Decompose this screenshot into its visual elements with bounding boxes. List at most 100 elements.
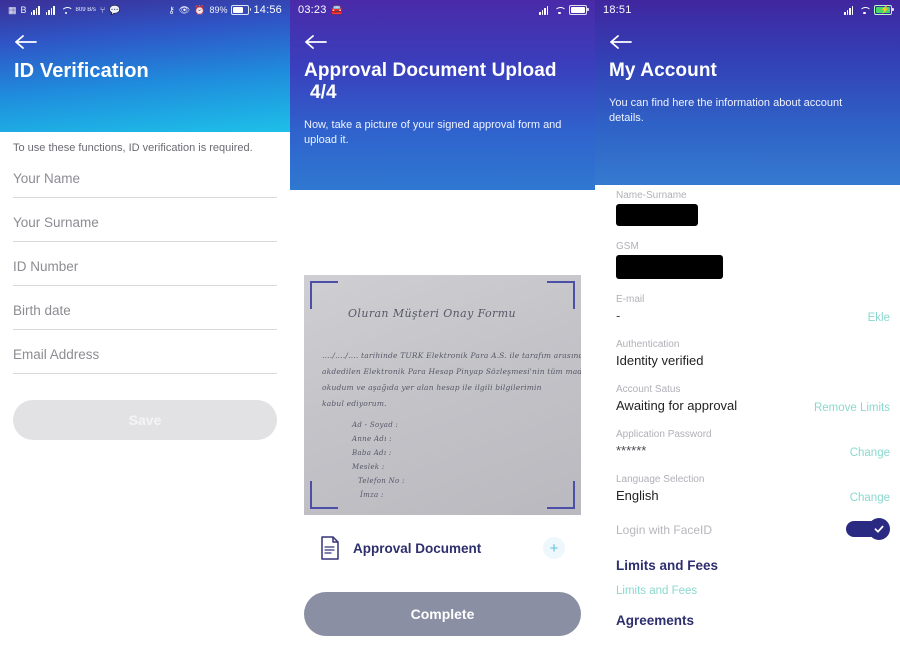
crop-corner-top-left-icon xyxy=(310,281,338,309)
handwriting-line-4: kabul ediyorum. xyxy=(322,399,387,408)
signal-bars-icon xyxy=(539,5,550,15)
form-hint: To use these functions, ID verification … xyxy=(13,142,253,154)
approval-document-row[interactable]: Approval Document + xyxy=(304,522,581,574)
bluetooth-icon: ⑂ xyxy=(99,4,106,15)
status-time: 03:23 xyxy=(298,4,327,16)
add-email-link[interactable]: Ekle xyxy=(868,312,890,324)
handwriting-title: Oluran Müşteri Onay Formu xyxy=(348,307,517,320)
section-title-limits-and-fees: Limits and Fees xyxy=(616,558,719,573)
account-row-gsm: GSM xyxy=(616,240,892,279)
redacted-value xyxy=(616,204,698,226)
handwriting-item-4: Meslek : xyxy=(352,463,385,471)
network-speed-label: 809 B/s xyxy=(75,7,96,13)
header-my-account: 18:51 ⚡ My Account You can find here the… xyxy=(595,0,900,185)
signal-bars-icon xyxy=(844,5,855,15)
sim-icon: ▦ xyxy=(8,4,17,15)
eye-icon: 👁 xyxy=(178,4,191,15)
account-row-login-with-faceid: Login with FaceID xyxy=(616,518,892,542)
car-icon: 🚘 xyxy=(330,4,343,16)
remove-limits-link[interactable]: Remove Limits xyxy=(814,402,890,414)
field-id-number[interactable]: ID Number xyxy=(13,259,277,286)
row-key: GSM xyxy=(616,241,639,252)
back-arrow-icon[interactable] xyxy=(304,34,330,50)
field-underline xyxy=(13,197,277,198)
screen-approval-document-upload: 03:23 🚘 Approval Document Upload 4/4 Now xyxy=(290,0,595,650)
battery-percent-label: 89% xyxy=(209,4,228,15)
page-title: ID Verification xyxy=(14,60,149,82)
header-approval-upload: 03:23 🚘 Approval Document Upload 4/4 Now xyxy=(290,0,595,190)
handwriting-line-2: akdedilen Elektronik Para Hesap Pinyap S… xyxy=(322,367,581,376)
page-title: My Account xyxy=(609,60,717,81)
field-birth-date[interactable]: Birth date xyxy=(13,303,277,330)
row-key: Language Selection xyxy=(616,474,705,485)
row-key: Account Satus xyxy=(616,384,681,395)
handwriting-line-3: okudum ve aşağıda yer alan hesap ile ilg… xyxy=(322,383,542,392)
toggle-knob-check-icon xyxy=(868,518,890,540)
field-underline xyxy=(13,329,277,330)
row-value: Identity verified xyxy=(616,353,704,368)
field-email-address[interactable]: Email Address xyxy=(13,347,277,374)
field-label-birth-date: Birth date xyxy=(13,303,71,318)
document-icon xyxy=(320,536,340,560)
account-row-email: E-mail - Ekle xyxy=(616,293,892,324)
status-time: 14:56 xyxy=(253,4,282,16)
screen-my-account: 18:51 ⚡ My Account You can find here the… xyxy=(595,0,900,650)
signal-bars-icon-2 xyxy=(45,5,57,15)
message-icon: 💬 xyxy=(109,4,121,15)
redacted-value xyxy=(616,255,723,279)
approval-form-photo[interactable]: Oluran Müşteri Onay Formu ..../..../....… xyxy=(304,275,581,515)
row-key: Authentication xyxy=(616,339,680,350)
page-title-text: Approval Document Upload xyxy=(304,60,557,81)
page-title: Approval Document Upload 4/4 xyxy=(304,60,581,104)
change-language-link[interactable]: Change xyxy=(850,492,890,504)
header-id-verification: ▦ B 809 B/s ⑂ 💬 ⚷ 👁 ⏰ 89% 14:56 ID Verif… xyxy=(0,0,290,132)
link-limits-and-fees[interactable]: Limits and Fees xyxy=(616,585,892,597)
back-arrow-icon[interactable] xyxy=(609,34,635,50)
handwriting-item-1: Ad - Soyad : xyxy=(352,421,399,429)
field-underline xyxy=(13,285,277,286)
battery-icon xyxy=(569,5,589,15)
page-subtitle: You can find here the information about … xyxy=(609,97,843,124)
crop-corner-top-right-icon xyxy=(547,281,575,309)
battery-icon xyxy=(231,5,252,15)
handwriting-item-6: İmza : xyxy=(360,491,384,499)
account-details-sheet: Name-Surname GSM E-mail - Ekle Authentic… xyxy=(602,175,900,650)
add-document-button[interactable]: + xyxy=(543,537,565,559)
battery-charging-icon: ⚡ xyxy=(874,5,894,15)
row-value: - xyxy=(616,308,621,323)
field-underline xyxy=(13,373,277,374)
change-password-link[interactable]: Change xyxy=(850,447,890,459)
handwriting-item-3: Baba Adı : xyxy=(352,449,392,457)
wifi-icon xyxy=(61,6,72,15)
crop-corner-bottom-left-icon xyxy=(310,481,338,509)
status-bar: ▦ B 809 B/s ⑂ 💬 ⚷ 👁 ⏰ 89% 14:56 xyxy=(0,0,290,20)
field-label-email-address: Email Address xyxy=(13,347,100,362)
account-row-name-surname: Name-Surname xyxy=(616,189,892,226)
id-verification-form: To use these functions, ID verification … xyxy=(0,132,290,650)
signal-bars-icon xyxy=(30,5,42,15)
vpn-key-icon: ⚷ xyxy=(168,4,175,15)
handwriting-item-5: Telefon No : xyxy=(358,477,405,485)
field-underline xyxy=(13,241,277,242)
screen-id-verification: ▦ B 809 B/s ⑂ 💬 ⚷ 👁 ⏰ 89% 14:56 ID Verif… xyxy=(0,0,290,650)
save-button[interactable]: Save xyxy=(13,400,277,440)
status-bar: 03:23 🚘 xyxy=(290,0,595,20)
section-title-agreements: Agreements xyxy=(616,613,695,628)
row-key: E-mail xyxy=(616,294,645,305)
faceid-toggle[interactable] xyxy=(846,518,890,540)
account-row-application-password: Application Password ****** Change xyxy=(616,428,892,459)
handwriting-line-1: ..../..../.... tarihinde TURK Elektronik… xyxy=(322,351,581,360)
field-label-your-name: Your Name xyxy=(13,171,81,186)
status-bar: 18:51 ⚡ xyxy=(595,0,900,20)
wifi-icon xyxy=(859,6,870,15)
alarm-icon: ⏰ xyxy=(194,4,206,15)
field-your-name[interactable]: Your Name xyxy=(13,171,277,198)
complete-button[interactable]: Complete xyxy=(304,592,581,636)
page-subtitle: Now, take a picture of your signed appro… xyxy=(304,119,562,146)
account-row-account-status: Account Satus Awaiting for approval Remo… xyxy=(616,383,892,414)
back-arrow-icon[interactable] xyxy=(14,34,40,50)
approval-document-label: Approval Document xyxy=(353,540,482,556)
field-label-id-number: ID Number xyxy=(13,259,79,274)
handwriting-item-2: Anne Adı : xyxy=(352,435,392,443)
field-your-surname[interactable]: Your Surname xyxy=(13,215,277,242)
